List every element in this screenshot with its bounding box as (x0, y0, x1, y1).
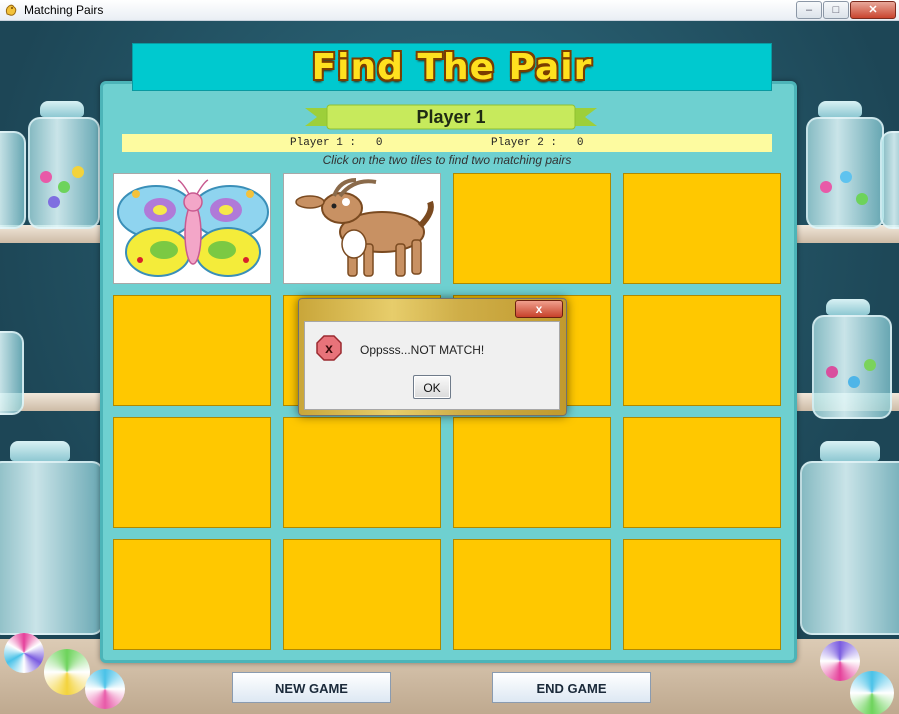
swirl-candy (4, 633, 44, 673)
tile-hidden[interactable] (113, 539, 271, 650)
candy (58, 181, 70, 193)
tile-hidden[interactable] (623, 295, 781, 406)
swirl-candy (850, 671, 894, 714)
candy-jar (0, 331, 24, 415)
end-game-button[interactable]: END GAME (492, 672, 651, 703)
candy (820, 181, 832, 193)
swirl-candy (44, 649, 90, 695)
new-game-button[interactable]: NEW GAME (232, 672, 391, 703)
ok-button[interactable]: OK (413, 375, 451, 399)
player1-score: Player 1 : 0 (290, 137, 383, 149)
candy-jar-lid (818, 101, 862, 117)
tile-hidden[interactable] (113, 417, 271, 528)
dialog-close-button[interactable]: x (515, 300, 563, 318)
tile-hidden[interactable] (453, 539, 611, 650)
ok-button-label: OK (423, 381, 441, 395)
candy-jar (800, 461, 899, 635)
app-icon (5, 4, 17, 16)
not-match-dialog: x x Oppsss...NOT MATCH! OK (298, 298, 567, 416)
score-bar: Player 1 : 0 Player 2 : 0 (122, 134, 772, 152)
candy-jar-lid (40, 101, 84, 117)
candy (40, 171, 52, 183)
window-titlebar[interactable]: Matching Pairs – □ ✕ (0, 0, 899, 21)
tile-hidden[interactable] (623, 539, 781, 650)
candy-jar (28, 117, 100, 229)
candy (48, 196, 60, 208)
maximize-button[interactable]: □ (823, 1, 849, 19)
candy-jar-lid (10, 441, 70, 461)
tile-hidden[interactable] (453, 173, 611, 284)
candy (826, 366, 838, 378)
error-icon: x (316, 335, 342, 361)
candy (856, 193, 868, 205)
dialog-body: x Oppsss...NOT MATCH! OK (304, 321, 560, 410)
tile-hidden[interactable] (283, 539, 441, 650)
window-close-button[interactable]: ✕ (850, 1, 896, 19)
turn-ribbon: Player 1 (305, 104, 597, 130)
svg-text:x: x (325, 340, 333, 356)
minimize-button[interactable]: – (796, 1, 822, 19)
candy-jar (880, 131, 899, 229)
candy (72, 166, 84, 178)
candy-jar (0, 461, 104, 635)
candy (864, 359, 876, 371)
header-banner: Find The Pair (132, 43, 772, 91)
tile-hidden[interactable] (113, 295, 271, 406)
minimize-icon: – (805, 4, 813, 16)
close-icon: x (535, 302, 543, 316)
candy (848, 376, 860, 388)
tile-goat[interactable] (283, 173, 441, 284)
tile-hidden[interactable] (623, 173, 781, 284)
tile-hidden[interactable] (283, 417, 441, 528)
candy-jar-lid (826, 299, 870, 315)
end-game-label: END GAME (536, 681, 607, 696)
window-title: Matching Pairs (24, 3, 104, 17)
tile-hidden[interactable] (623, 417, 781, 528)
tile-hidden[interactable] (453, 417, 611, 528)
game-title: Find The Pair (311, 47, 593, 88)
goat-icon (295, 178, 434, 277)
swirl-candy (820, 641, 860, 681)
player2-score: Player 2 : 0 (491, 137, 584, 149)
candy-jar (0, 131, 26, 229)
close-icon: ✕ (868, 4, 878, 16)
maximize-icon: □ (832, 4, 840, 16)
new-game-label: NEW GAME (275, 681, 348, 696)
current-player-label: Player 1 (416, 107, 486, 127)
candy (840, 171, 852, 183)
instructions-text: Click on the two tiles to find two match… (322, 153, 572, 167)
dialog-message: Oppsss...NOT MATCH! (360, 343, 485, 357)
tile-butterfly[interactable] (113, 173, 271, 284)
butterfly-icon (117, 179, 269, 277)
candy-jar (812, 315, 892, 419)
swirl-candy (85, 669, 125, 709)
candy-jar-lid (820, 441, 880, 461)
